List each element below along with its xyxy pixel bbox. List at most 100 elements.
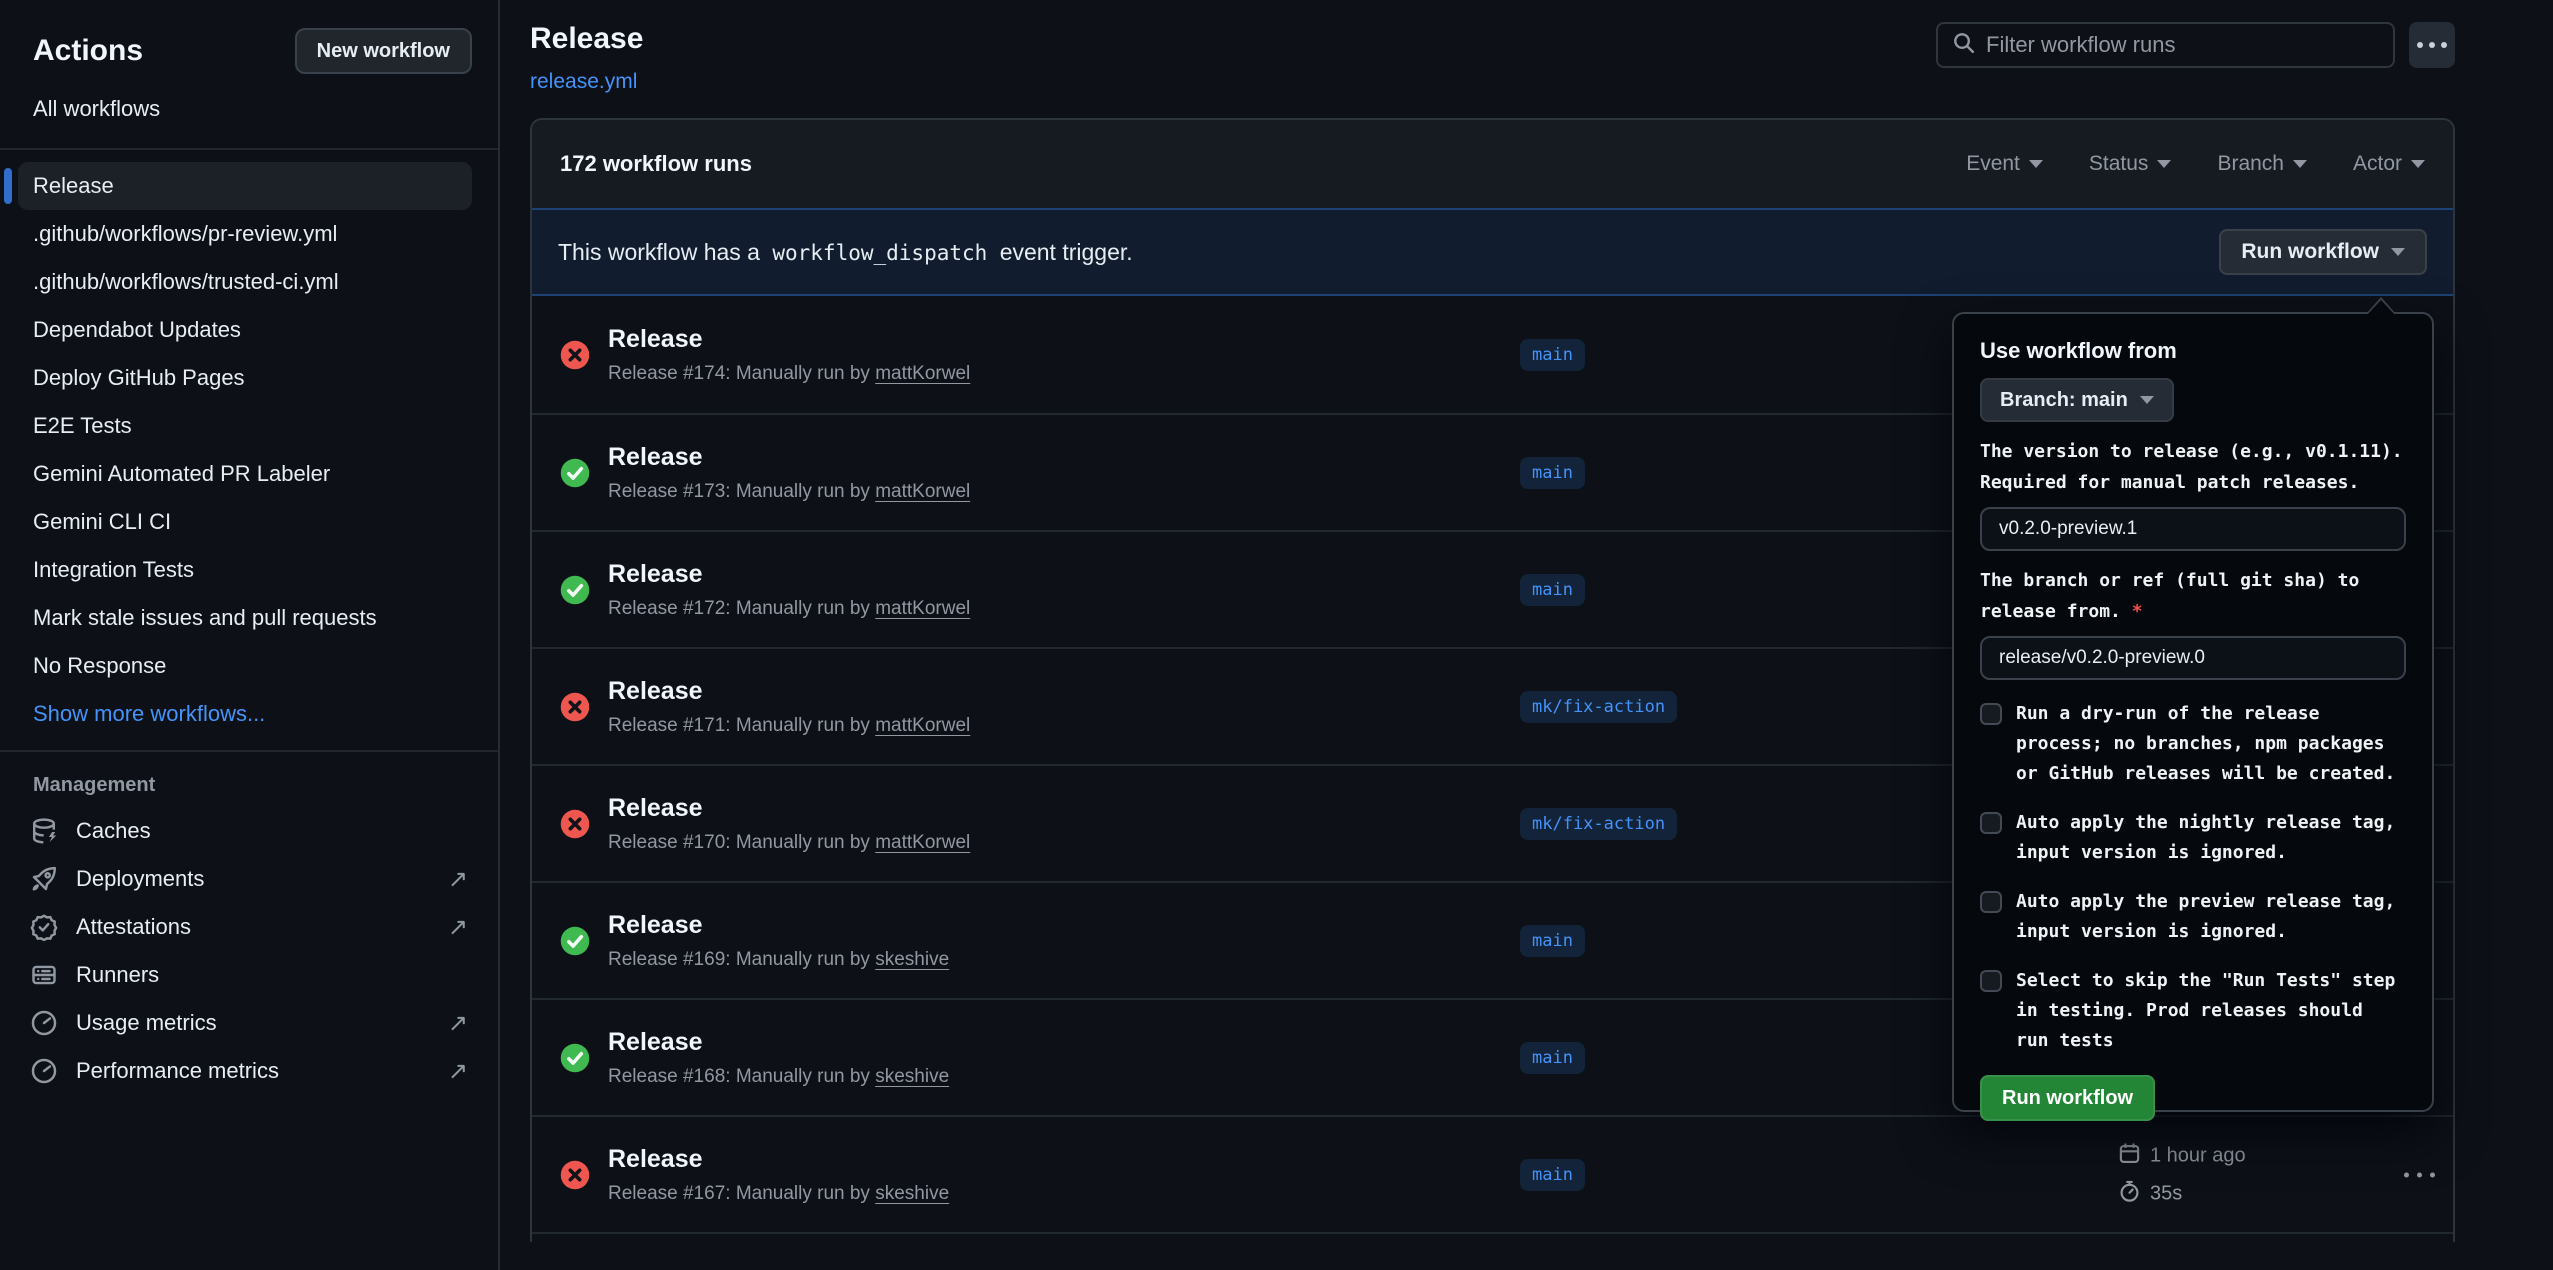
checkbox[interactable]	[1980, 703, 2002, 725]
check-circle-icon	[560, 926, 590, 956]
run-options-kebab-button[interactable]	[2394, 1162, 2445, 1187]
run-description: Release #171: Manually run by mattKorwel	[608, 715, 970, 737]
management-item-runners[interactable]: Runners	[0, 951, 498, 999]
sidebar-item-all-workflows[interactable]: All workflows	[0, 80, 498, 136]
actor-link[interactable]: mattKorwel	[875, 715, 970, 736]
chevron-down-icon	[2140, 396, 2154, 404]
run-description: Release #167: Manually run by skeshive	[608, 1183, 949, 1205]
popup-checkbox-row: Select to skip the "Run Tests" step in t…	[1980, 966, 2406, 1056]
run-title[interactable]: Release	[608, 794, 970, 823]
filter-dropdown-event[interactable]: Event	[1966, 152, 2043, 176]
ref-input[interactable]	[1980, 636, 2406, 680]
branch-badge[interactable]: mk/fix-action	[1520, 691, 1677, 723]
branch-badge[interactable]: main	[1520, 339, 1585, 371]
version-input-label: The version to release (e.g., v0.1.11). …	[1980, 436, 2406, 498]
sidebar-item-no-response[interactable]: No Response	[18, 642, 472, 690]
new-workflow-button[interactable]: New workflow	[295, 28, 472, 74]
run-title[interactable]: Release	[608, 911, 949, 940]
check-circle-icon	[560, 458, 590, 488]
page-title: Release	[530, 22, 643, 56]
filters-row: Event Status Branch Actor	[1966, 152, 2425, 176]
sidebar-item-gemini-automated-pr-labeler[interactable]: Gemini Automated PR Labeler	[18, 450, 472, 498]
popup-checkbox-row: Auto apply the preview release tag, inpu…	[1980, 887, 2406, 947]
actor-link[interactable]: mattKorwel	[875, 598, 970, 619]
checkbox[interactable]	[1980, 970, 2002, 992]
run-title[interactable]: Release	[608, 677, 970, 706]
external-link-icon: ↗	[448, 865, 468, 894]
external-link-icon: ↗	[448, 1009, 468, 1038]
ref-input-label: The branch or ref (full git sha) to rele…	[1980, 565, 2406, 627]
metrics-icon	[30, 1057, 58, 1085]
management-item-usage-metrics[interactable]: Usage metrics ↗	[0, 999, 498, 1047]
run-workflow-popup: Use workflow from Branch: main The versi…	[1952, 312, 2434, 1112]
filter-dropdown-actor[interactable]: Actor	[2353, 152, 2425, 176]
popup-checkbox-row: Run a dry-run of the release process; no…	[1980, 699, 2406, 789]
run-title[interactable]: Release	[608, 443, 970, 472]
sidebar-item--github-workflows-trusted-ci-yml[interactable]: .github/workflows/trusted-ci.yml	[18, 258, 472, 306]
external-link-icon: ↗	[448, 1057, 468, 1086]
run-workflow-dropdown-button[interactable]: Run workflow	[2219, 229, 2427, 275]
branch-badge[interactable]: main	[1520, 1159, 1585, 1191]
actor-link[interactable]: skeshive	[875, 1183, 949, 1204]
run-description: Release #172: Manually run by mattKorwel	[608, 598, 970, 620]
run-workflow-submit-button[interactable]: Run workflow	[1980, 1075, 2155, 1121]
workflow-options-kebab-button[interactable]	[2409, 22, 2455, 68]
banner-text: This workflow has a workflow_dispatch ev…	[558, 239, 1133, 266]
workflow-file-link[interactable]: release.yml	[530, 70, 637, 94]
sidebar-item-release[interactable]: Release	[18, 162, 472, 210]
branch-badge[interactable]: main	[1520, 1042, 1585, 1074]
actor-link[interactable]: skeshive	[875, 949, 949, 970]
caches-icon	[30, 817, 58, 845]
check-circle-icon	[560, 1043, 590, 1073]
management-item-attestations[interactable]: Attestations ↗	[0, 903, 498, 951]
actor-link[interactable]: mattKorwel	[875, 481, 970, 502]
chevron-down-icon	[2411, 160, 2425, 168]
run-description: Release #170: Manually run by mattKorwel	[608, 832, 970, 854]
branch-selector-button[interactable]: Branch: main	[1980, 378, 2174, 422]
runners-icon	[30, 961, 58, 989]
management-item-performance-metrics[interactable]: Performance metrics ↗	[0, 1047, 498, 1095]
management-header: Management	[0, 764, 498, 807]
checkbox[interactable]	[1980, 891, 2002, 913]
popup-checkbox-row: Auto apply the nightly release tag, inpu…	[1980, 808, 2406, 868]
run-title[interactable]: Release	[608, 325, 970, 354]
branch-badge[interactable]: main	[1520, 457, 1585, 489]
version-input[interactable]	[1980, 507, 2406, 551]
filter-workflow-runs-box	[1936, 22, 2395, 68]
filter-dropdown-branch[interactable]: Branch	[2217, 152, 2307, 176]
branch-badge[interactable]: main	[1520, 574, 1585, 606]
x-circle-icon	[560, 692, 590, 722]
sidebar-item-mark-stale-issues-and-pull-requests[interactable]: Mark stale issues and pull requests	[18, 594, 472, 642]
actions-sidebar: Actions New workflow All workflows Relea…	[0, 0, 500, 1270]
actor-link[interactable]: mattKorwel	[875, 832, 970, 853]
popup-heading: Use workflow from	[1980, 338, 2406, 364]
sidebar-item-dependabot-updates[interactable]: Dependabot Updates	[18, 306, 472, 354]
sidebar-item--github-workflows-pr-review-yml[interactable]: .github/workflows/pr-review.yml	[18, 210, 472, 258]
sidebar-item-deploy-github-pages[interactable]: Deploy GitHub Pages	[18, 354, 472, 402]
filter-dropdown-status[interactable]: Status	[2089, 152, 2172, 176]
chevron-down-icon	[2391, 248, 2405, 256]
run-title[interactable]: Release	[608, 560, 970, 589]
sidebar-item-gemini-cli-ci[interactable]: Gemini CLI CI	[18, 498, 472, 546]
run-title[interactable]: Release	[608, 1028, 949, 1057]
actor-link[interactable]: skeshive	[875, 1066, 949, 1087]
sidebar-item-integration-tests[interactable]: Integration Tests	[18, 546, 472, 594]
management-item-caches[interactable]: Caches	[0, 807, 498, 855]
sidebar-divider	[0, 148, 498, 150]
workflow-dispatch-banner: This workflow has a workflow_dispatch ev…	[532, 208, 2453, 296]
show-more-workflows-link[interactable]: Show more workflows...	[18, 690, 472, 738]
run-description: Release #169: Manually run by skeshive	[608, 949, 949, 971]
external-link-icon: ↗	[448, 913, 468, 942]
workflow-run-row[interactable]: Release Release #167: Manually run by sk…	[532, 1115, 2453, 1232]
run-title[interactable]: Release	[608, 1145, 949, 1174]
x-circle-icon	[560, 809, 590, 839]
x-circle-icon	[560, 340, 590, 370]
branch-badge[interactable]: mk/fix-action	[1520, 808, 1677, 840]
runs-count: 172 workflow runs	[560, 151, 752, 177]
actor-link[interactable]: mattKorwel	[875, 363, 970, 384]
management-item-deployments[interactable]: Deployments ↗	[0, 855, 498, 903]
branch-badge[interactable]: main	[1520, 925, 1585, 957]
checkbox[interactable]	[1980, 812, 2002, 834]
filter-workflow-runs-input[interactable]	[1986, 32, 2379, 58]
sidebar-item-e2e-tests[interactable]: E2E Tests	[18, 402, 472, 450]
